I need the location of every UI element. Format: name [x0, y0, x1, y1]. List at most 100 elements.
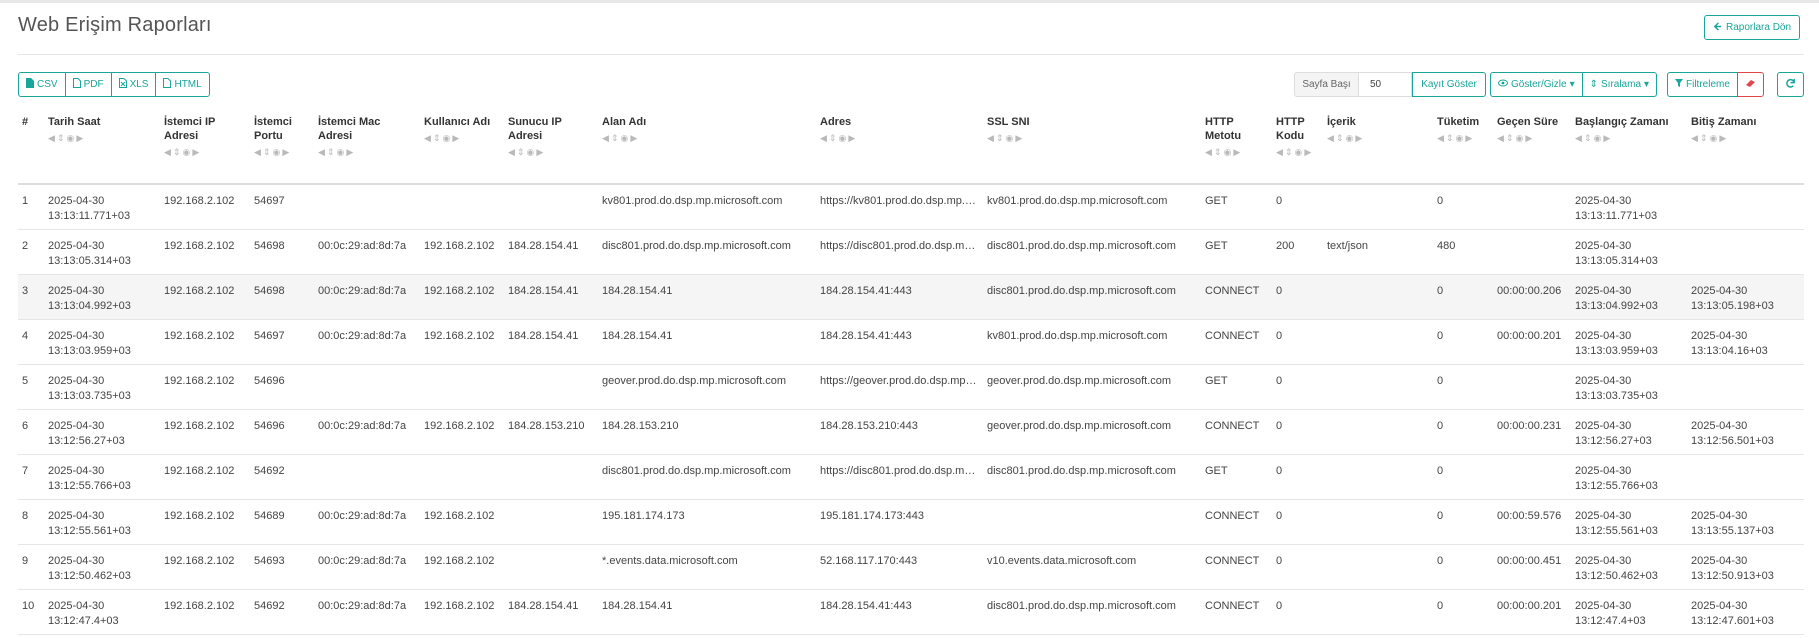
- table-cell: 00:0c:29:ad:8d:7a: [314, 409, 420, 455]
- column-controls-icons[interactable]: ◀⇕◉▶: [164, 145, 246, 159]
- sorting-button[interactable]: ⇕ Sıralama ▾: [1581, 72, 1658, 97]
- table-cell: disc801.prod.do.dsp.mp.microsoft.com: [598, 454, 816, 500]
- export-xls-label: XLS: [129, 79, 149, 90]
- column-header-label: HTTP Metotu: [1205, 116, 1242, 142]
- column-header-label: Alan Adı: [602, 116, 647, 128]
- column-controls-icons[interactable]: ◀⇕◉▶: [318, 145, 416, 159]
- column-header[interactable]: HTTP Kodu ◀⇕◉▶: [1272, 106, 1323, 185]
- table-cell: 0: [1272, 364, 1323, 410]
- table-cell: 8: [18, 499, 44, 545]
- table-cell: 192.168.2.102: [160, 364, 250, 410]
- table-cell: 00:00:00.201: [1493, 319, 1571, 365]
- column-header[interactable]: SSL SNI ◀⇕◉▶: [983, 106, 1201, 185]
- filter-button[interactable]: Filtreleme: [1667, 72, 1738, 97]
- column-header[interactable]: İçerik ◀⇕◉▶: [1323, 106, 1433, 185]
- column-controls-icons[interactable]: ◀⇕◉▶: [987, 131, 1197, 145]
- column-header[interactable]: Tüketim ◀⇕◉▶: [1433, 106, 1493, 185]
- column-controls-icons[interactable]: ◀⇕◉▶: [1575, 131, 1683, 145]
- column-header[interactable]: #: [18, 106, 44, 185]
- column-controls-icons[interactable]: ◀⇕◉▶: [508, 145, 594, 159]
- column-header[interactable]: İstemci Portu ◀⇕◉▶: [250, 106, 314, 185]
- column-header[interactable]: İstemci IP Adresi ◀⇕◉▶: [160, 106, 250, 185]
- column-header[interactable]: HTTP Metotu ◀⇕◉▶: [1201, 106, 1272, 185]
- column-header[interactable]: Bitiş Zamanı ◀⇕◉▶: [1687, 106, 1804, 185]
- column-header[interactable]: Başlangıç Zamanı ◀⇕◉▶: [1571, 106, 1687, 185]
- table-cell: 00:00:00.201: [1493, 589, 1571, 635]
- table-row[interactable]: 1 2025-04-30 13:13:11.771+03 192.168.2.102…: [18, 184, 1804, 230]
- table-cell: *.events.data.microsoft.com: [598, 544, 816, 590]
- export-pdf-button[interactable]: PDF: [64, 72, 112, 97]
- table-cell: 2025-04-30 13:12:55.766+03: [1571, 454, 1687, 500]
- column-header[interactable]: Tarih Saat ◀⇕◉▶: [44, 106, 160, 185]
- table-cell: 2025-04-30 13:12:47.4+03: [1571, 589, 1687, 635]
- table-cell: 192.168.2.102: [420, 229, 504, 275]
- table-cell: 192.168.2.102: [420, 544, 504, 590]
- table-row[interactable]: 4 2025-04-30 13:13:03.959+03 192.168.2.102…: [18, 319, 1804, 365]
- export-button-group: CSV PDF XLS HTML: [18, 72, 210, 97]
- table-cell: 192.168.2.102: [420, 409, 504, 455]
- show-records-button[interactable]: Kayıt Göster: [1412, 72, 1486, 97]
- clear-filter-button[interactable]: [1736, 72, 1764, 97]
- table-cell: GET: [1201, 229, 1272, 275]
- table-cell: 192.168.2.102: [160, 184, 250, 230]
- table-cell: 10: [18, 589, 44, 635]
- column-controls-icons[interactable]: ◀⇕◉▶: [820, 131, 979, 145]
- table-cell: 0: [1272, 274, 1323, 320]
- table-cell: 54696: [250, 409, 314, 455]
- column-header[interactable]: Kullanıcı Adı ◀⇕◉▶: [420, 106, 504, 185]
- column-controls-icons[interactable]: ◀⇕◉▶: [424, 131, 500, 145]
- column-header[interactable]: Alan Adı ◀⇕◉▶: [598, 106, 816, 185]
- column-header-label: İstemci Portu: [254, 116, 292, 142]
- export-csv-button[interactable]: CSV: [18, 72, 66, 97]
- column-header[interactable]: İstemci Mac Adresi ◀⇕◉▶: [314, 106, 420, 185]
- page-size-input[interactable]: [1358, 72, 1412, 97]
- table-row[interactable]: 10 2025-04-30 13:12:47.4+03 192.168.2.102 5…: [18, 589, 1804, 635]
- table-row[interactable]: 2 2025-04-30 13:13:05.314+03 192.168.2.102…: [18, 229, 1804, 275]
- caret-down-icon: ▾: [1644, 79, 1650, 90]
- table-cell: 54697: [250, 319, 314, 365]
- column-controls-icons[interactable]: ◀⇕◉▶: [602, 131, 812, 145]
- table-cell: [1323, 499, 1433, 545]
- table-cell: 0: [1272, 499, 1323, 545]
- column-header-label: Geçen Süre: [1497, 116, 1559, 128]
- back-to-reports-button[interactable]: Raporlara Dön: [1704, 15, 1801, 40]
- export-html-button[interactable]: HTML: [155, 72, 210, 97]
- table-cell: 3: [18, 274, 44, 320]
- column-header[interactable]: Adres ◀⇕◉▶: [816, 106, 983, 185]
- table-cell: 192.168.2.102: [160, 499, 250, 545]
- table-row[interactable]: 9 2025-04-30 13:12:50.462+03 192.168.2.102…: [18, 544, 1804, 590]
- column-header-label: Bitiş Zamanı: [1691, 116, 1757, 128]
- table-cell: disc801.prod.do.dsp.mp.microsoft.com: [983, 454, 1201, 500]
- table-cell: https://kv801.prod.do.dsp.mp.microsoft.c…: [816, 184, 983, 230]
- table-cell: disc801.prod.do.dsp.mp.microsoft.com: [598, 229, 816, 275]
- column-controls-icons[interactable]: ◀⇕◉▶: [254, 145, 310, 159]
- column-header[interactable]: Sunucu IP Adresi ◀⇕◉▶: [504, 106, 598, 185]
- table-cell: 2025-04-30 13:13:03.735+03: [44, 364, 160, 410]
- table-row[interactable]: 3 2025-04-30 13:13:04.992+03 192.168.2.102…: [18, 274, 1804, 320]
- column-controls-icons[interactable]: ◀⇕◉▶: [1437, 131, 1489, 145]
- table-row[interactable]: 6 2025-04-30 13:12:56.27+03 192.168.2.102 5…: [18, 409, 1804, 455]
- table-cell: 5: [18, 364, 44, 410]
- table-cell: 2025-04-30 13:12:55.561+03: [1571, 499, 1687, 545]
- table-cell: 184.28.154.41: [504, 319, 598, 365]
- column-controls-icons[interactable]: ◀⇕◉▶: [1205, 145, 1268, 159]
- table-row[interactable]: 5 2025-04-30 13:13:03.735+03 192.168.2.102…: [18, 364, 1804, 410]
- table-cell: 00:0c:29:ad:8d:7a: [314, 589, 420, 635]
- column-header-label: Adres: [820, 116, 852, 128]
- table-cell: 192.168.2.102: [160, 589, 250, 635]
- table-row[interactable]: 8 2025-04-30 13:12:55.561+03 192.168.2.102…: [18, 499, 1804, 545]
- export-xls-button[interactable]: XLS: [110, 72, 157, 97]
- column-header[interactable]: Geçen Süre ◀⇕◉▶: [1493, 106, 1571, 185]
- column-controls-icons[interactable]: ◀⇕◉▶: [48, 131, 156, 145]
- arrow-left-icon: [1713, 21, 1722, 34]
- table-cell: 2025-04-30 13:13:04.992+03: [1571, 274, 1687, 320]
- column-controls-icons[interactable]: ◀⇕◉▶: [1497, 131, 1567, 145]
- refresh-button[interactable]: [1777, 72, 1804, 97]
- table-cell: 54697: [250, 184, 314, 230]
- table-row[interactable]: 7 2025-04-30 13:12:55.766+03 192.168.2.102…: [18, 454, 1804, 500]
- show-hide-columns-button[interactable]: Göster/Gizle ▾: [1490, 72, 1583, 97]
- column-controls-icons[interactable]: ◀⇕◉▶: [1327, 131, 1429, 145]
- column-controls-icons[interactable]: ◀⇕◉▶: [1691, 131, 1800, 145]
- column-controls-icons[interactable]: ◀⇕◉▶: [1276, 145, 1319, 159]
- table-cell: [420, 184, 504, 230]
